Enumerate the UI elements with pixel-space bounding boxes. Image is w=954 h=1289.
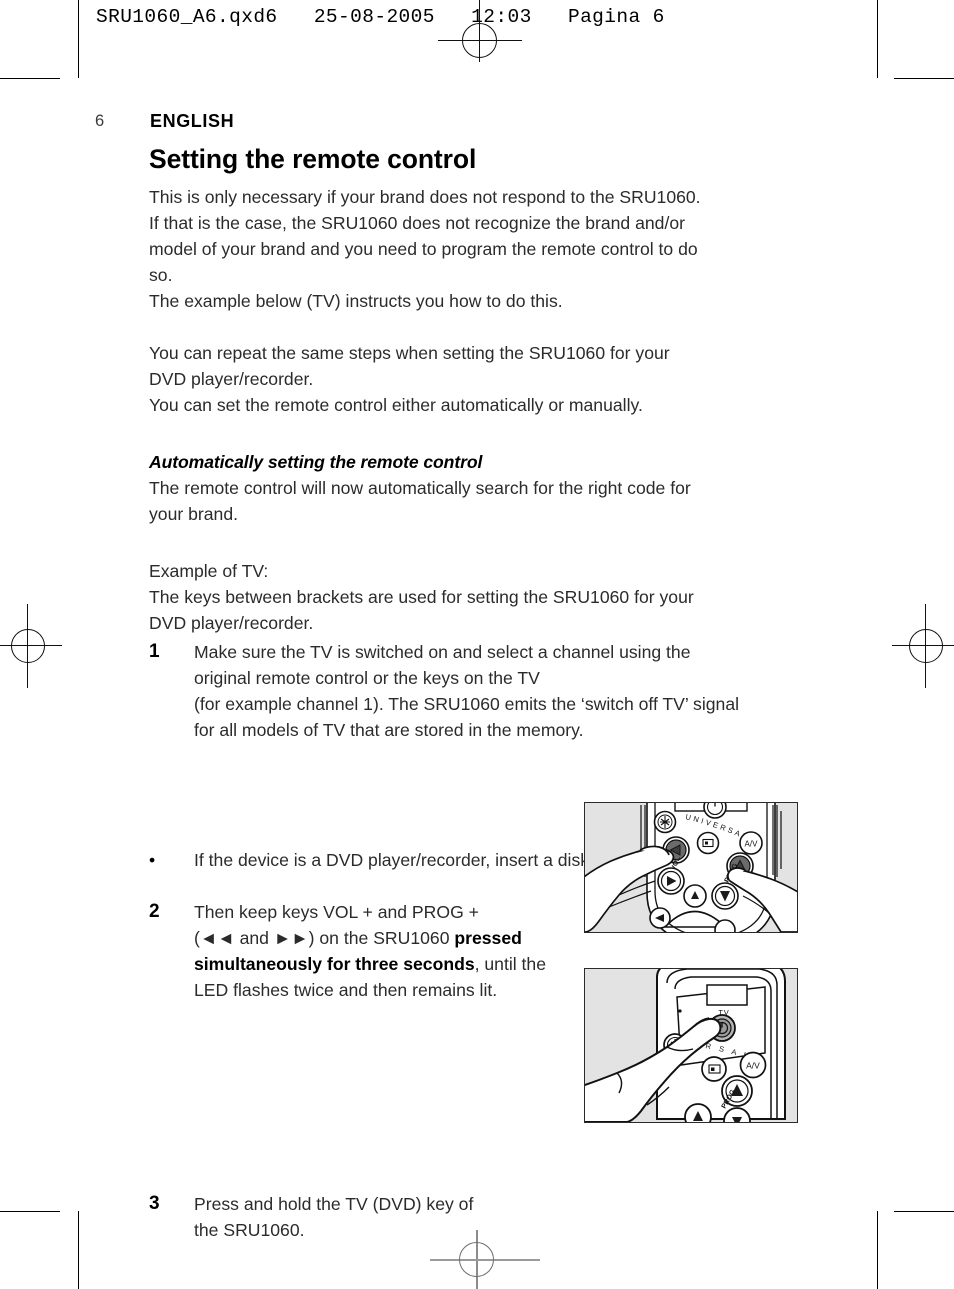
step-3-marker: 3 [149, 1193, 160, 1214]
step-line: for all models of TV that are stored in … [194, 720, 584, 740]
step-1: 1 Make sure the TV is switched on and se… [149, 639, 854, 743]
figure-remote-two-hands: UNIVERSAL A/V VOL PROG [584, 802, 798, 933]
intro-line: so. [149, 265, 173, 285]
registration-mark-left-middle [0, 604, 62, 688]
document-page: SRU1060_A6.qxd6 25-08-2005 12:03 Pagina … [0, 0, 954, 1289]
intro-line: The example below (TV) instructs you how… [149, 291, 563, 311]
intro-line: This is only necessary if your brand doe… [149, 187, 701, 207]
step-line: the SRU1060. [194, 1220, 305, 1240]
section-language-label: ENGLISH [150, 111, 235, 131]
step-line: (◄◄ and ►►) on the SRU1060 pressed [194, 925, 614, 951]
crop-mark-top-right-horizontal [894, 78, 954, 79]
svg-text:A/V: A/V [745, 840, 759, 849]
step-1-marker: 1 [149, 641, 160, 662]
crop-mark-top-right-vertical [877, 0, 878, 78]
svg-text:A/V: A/V [746, 1061, 760, 1071]
step-2-fragment: (◄◄ and ►►) on the SRU1060 [194, 928, 455, 948]
crop-mark-bottom-left-vertical [78, 1211, 79, 1289]
subheading-automatic: Automatically setting the remote control [149, 452, 483, 472]
step-2-body: Then keep keys VOL + and PROG + (◄◄ and … [194, 899, 614, 1003]
step-3-body: Press and hold the TV (DVD) key of the S… [194, 1191, 614, 1243]
crop-mark-top-left-horizontal [0, 78, 60, 79]
crop-mark-bottom-left-horizontal [0, 1211, 60, 1212]
automatic-section: Automatically setting the remote control… [149, 449, 809, 527]
crop-mark-top-left-vertical [78, 0, 79, 78]
step-2-fragment: LED flashes twice and then remains lit. [194, 980, 498, 1000]
page-title: Setting the remote control [149, 144, 477, 174]
step-2-fragment: Then keep keys VOL + and PROG + [194, 902, 479, 922]
automatic-line: The remote control will now automaticall… [149, 478, 691, 498]
step-2: 2 Then keep keys VOL + and PROG + (◄◄ an… [149, 899, 614, 1003]
step-1-body: Make sure the TV is switched on and sele… [194, 639, 854, 743]
step-line: original remote control or the keys on t… [194, 668, 540, 688]
step-line: Then keep keys VOL + and PROG + [194, 899, 614, 925]
repeat-paragraph: You can repeat the same steps when setti… [149, 340, 809, 418]
step-line: simultaneously for three seconds, until … [194, 951, 614, 977]
intro-line: model of your brand and you need to prog… [149, 239, 698, 259]
step-3: 3 Press and hold the TV (DVD) key of the… [149, 1191, 614, 1243]
intro-line: If that is the case, the SRU1060 does no… [149, 213, 685, 233]
crop-mark-bottom-right-horizontal [894, 1211, 954, 1212]
step-2-fragment: , until the [474, 954, 547, 974]
step-2-marker: 2 [149, 901, 160, 922]
registration-mark-right-middle [892, 604, 954, 688]
figure-remote-tv-key: TV R S A L A/V [584, 968, 798, 1123]
crop-mark-bottom-right-vertical [877, 1211, 878, 1289]
intro-paragraph: This is only necessary if your brand doe… [149, 184, 809, 314]
step-line: Make sure the TV is switched on and sele… [194, 642, 691, 662]
step-2-fragment-bold: pressed [454, 928, 522, 948]
repeat-line: DVD player/recorder. [149, 369, 314, 389]
step-2-fragment-bold: simultaneously for three seconds [194, 954, 475, 974]
step-line: LED flashes twice and then remains lit. [194, 977, 614, 1003]
running-head: SRU1060_A6.qxd6 25-08-2005 12:03 Pagina … [96, 6, 665, 28]
example-paragraph: Example of TV: The keys between brackets… [149, 558, 809, 636]
example-line: DVD player/recorder. [149, 613, 314, 633]
page-number: 6 [95, 112, 105, 130]
figure-2-illustration: TV R S A L A/V [585, 969, 797, 1122]
repeat-line: You can repeat the same steps when setti… [149, 343, 670, 363]
bullet-marker: • [149, 850, 156, 870]
step-line: Press and hold the TV (DVD) key of [194, 1194, 474, 1214]
figure-1-illustration: UNIVERSAL A/V VOL PROG [585, 803, 797, 932]
example-line: The keys between brackets are used for s… [149, 587, 694, 607]
automatic-line: your brand. [149, 504, 238, 524]
example-line: Example of TV: [149, 561, 269, 581]
step-line: (for example channel 1). The SRU1060 emi… [194, 694, 740, 714]
repeat-line: You can set the remote control either au… [149, 395, 643, 415]
